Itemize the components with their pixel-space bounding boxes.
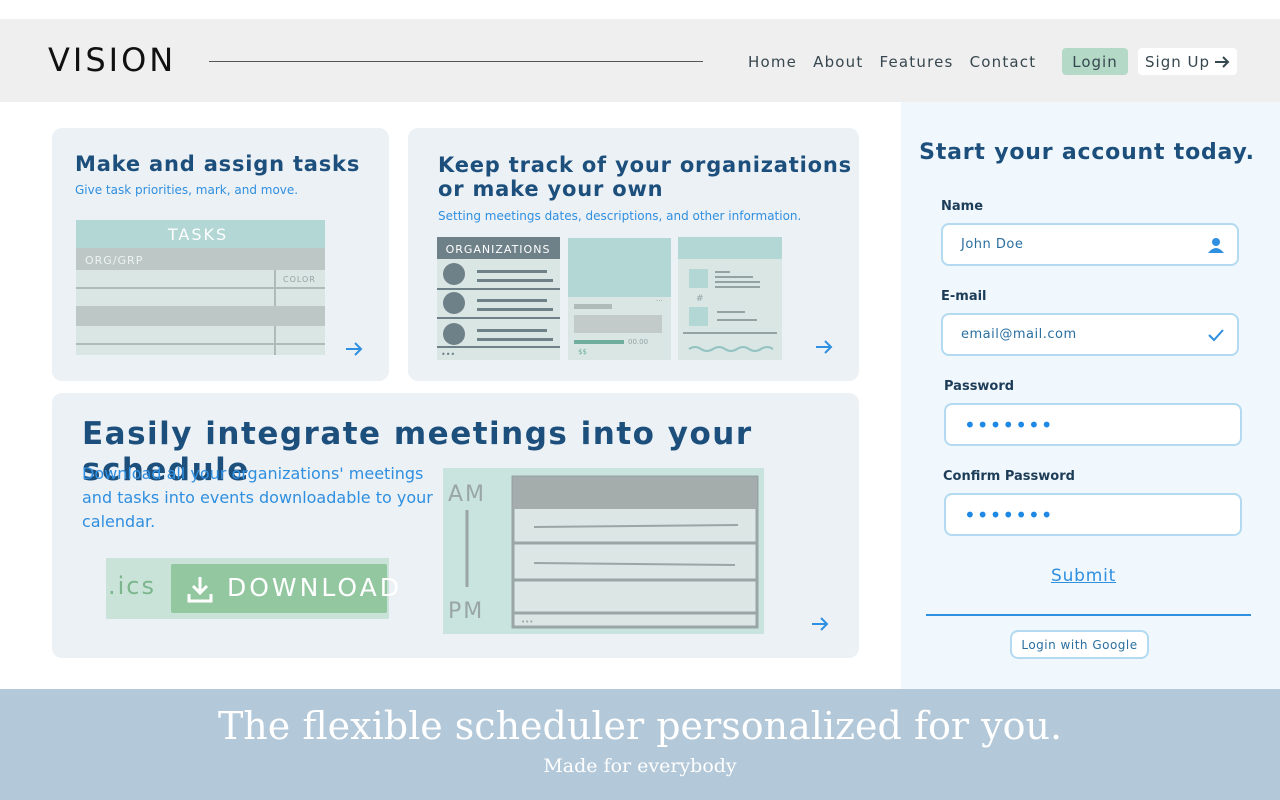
- footer: The flexible scheduler personalized for …: [0, 689, 1280, 800]
- svg-text:···: ···: [656, 297, 663, 305]
- footer-subtitle: Made for everybody: [543, 755, 737, 777]
- card-schedule-desc-line3: calendar.: [82, 512, 156, 531]
- password-field[interactable]: •••••••: [944, 403, 1242, 446]
- header-divider: [209, 61, 703, 62]
- tasks-illus-col: COLOR: [283, 275, 316, 284]
- card-organizations: Keep track of your organizations or make…: [408, 128, 859, 381]
- email-field[interactable]: email@mail.com: [941, 313, 1239, 356]
- nav-contact[interactable]: Contact: [970, 53, 1037, 71]
- card-orgs-subtitle: Setting meetings dates, descriptions, an…: [438, 209, 802, 223]
- arrow-right-icon[interactable]: [810, 614, 830, 634]
- google-login-label: Login with Google: [1021, 637, 1138, 652]
- divider: [926, 614, 1251, 616]
- card-orgs-title-line2: or make your own: [438, 177, 664, 201]
- confirm-password-label: Confirm Password: [943, 469, 1075, 484]
- email-label: E-mail: [941, 289, 987, 304]
- card-schedule-desc-line2: and tasks into events downloadable to yo…: [82, 488, 433, 507]
- nav-about[interactable]: About: [813, 53, 863, 71]
- password-label: Password: [944, 379, 1015, 394]
- ics-label: .ics: [108, 572, 156, 600]
- confirm-password-field[interactable]: •••••••: [944, 493, 1242, 536]
- download-ics-button[interactable]: .ics DOWNLOAD: [106, 558, 399, 619]
- footer-title: The flexible scheduler personalized for …: [217, 704, 1063, 748]
- login-button[interactable]: Login: [1062, 48, 1128, 75]
- signup-label: Sign Up: [1145, 52, 1210, 71]
- orgs-illus-hash: #: [696, 294, 704, 304]
- password-value: •••••••: [964, 412, 1054, 437]
- arrow-right-icon[interactable]: [344, 339, 364, 359]
- download-icon: [187, 577, 213, 603]
- name-value: John Doe: [961, 237, 1024, 252]
- download-label: DOWNLOAD: [227, 573, 402, 602]
- email-value: email@mail.com: [961, 327, 1077, 342]
- orgs-illus-time: 00.00: [628, 338, 648, 346]
- calendar-dots: •••: [521, 618, 533, 626]
- main-nav: Home About Features Contact: [748, 53, 1036, 71]
- card-schedule-desc-line1: Download all your organizations' meeting…: [82, 464, 424, 483]
- signup-panel: Start your account today. Name John Doe …: [901, 102, 1280, 689]
- card-orgs-title-line1: Keep track of your organizations: [438, 153, 852, 177]
- tasks-illus-row: ORG/GRP: [85, 254, 143, 267]
- am-label: AM: [448, 482, 486, 507]
- card-tasks: Make and assign tasks Give task prioriti…: [52, 128, 389, 381]
- orgs-illus-header: ORGANIZATIONS: [446, 243, 551, 256]
- card-tasks-subtitle: Give task priorities, mark, and move.: [75, 183, 299, 197]
- name-field[interactable]: John Doe: [941, 223, 1239, 266]
- user-icon: [1208, 238, 1224, 253]
- card-tasks-title: Make and assign tasks: [75, 152, 361, 176]
- calendar-illustration: AM PM •••: [443, 468, 764, 634]
- logo[interactable]: VISION: [48, 41, 176, 79]
- pm-label: PM: [448, 599, 484, 624]
- tasks-illus-header: TASKS: [167, 225, 228, 244]
- login-label: Login: [1072, 52, 1118, 71]
- name-label: Name: [941, 199, 984, 214]
- submit-button[interactable]: Submit: [1051, 566, 1116, 586]
- orgs-illus-dots: •••: [441, 350, 455, 359]
- organizations-illustration: ORGANIZATIONS ••• ··· 00.00 $$ #: [437, 237, 782, 360]
- orgs-illus-price: $$: [578, 348, 587, 356]
- nav-home[interactable]: Home: [748, 53, 797, 71]
- signup-title: Start your account today.: [919, 140, 1255, 165]
- google-login-button[interactable]: Login with Google: [1010, 630, 1149, 659]
- download-button[interactable]: DOWNLOAD: [171, 564, 399, 613]
- arrow-right-icon[interactable]: [814, 337, 834, 357]
- tasks-illustration: TASKS ORG/GRP COLOR: [76, 220, 325, 355]
- confirm-password-value: •••••••: [964, 502, 1054, 527]
- site-header: VISION Home About Features Contact Login…: [0, 19, 1280, 102]
- nav-features[interactable]: Features: [879, 53, 953, 71]
- arrow-right-icon: [1215, 55, 1230, 68]
- checkmark-icon: [1208, 329, 1224, 342]
- signup-button[interactable]: Sign Up: [1138, 48, 1237, 75]
- card-schedule: Easily integrate meetings into your sche…: [52, 393, 859, 658]
